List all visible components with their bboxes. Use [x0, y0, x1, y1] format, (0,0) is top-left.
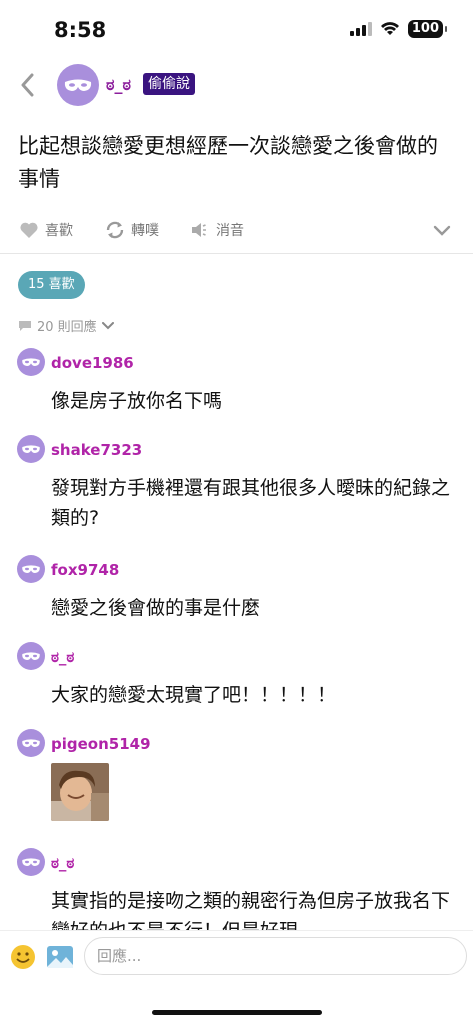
comment-image-thumbnail[interactable]: [51, 763, 109, 821]
mute-button[interactable]: 消音: [190, 220, 244, 240]
comment-author[interactable]: ಠ_ಠ: [51, 648, 74, 666]
mask-icon[interactable]: [17, 348, 45, 376]
signal-icon: [349, 22, 372, 36]
mask-icon[interactable]: [17, 729, 45, 757]
heart-icon: [20, 222, 38, 238]
comment-text: 像是房子放你名下嗎: [51, 390, 223, 412]
share-button[interactable]: 轉噗: [105, 220, 159, 240]
comment-text: 戀愛之後會做的事是什麼: [51, 597, 261, 619]
comment-author[interactable]: ಠ_ಠ: [51, 854, 74, 872]
smiley-icon[interactable]: [10, 944, 36, 970]
comment-text: 發現對方手機裡還有跟其他很多人曖昧的紀錄之類的?: [51, 477, 451, 529]
mute-label: 消音: [216, 223, 244, 239]
repeat-icon: [106, 221, 124, 239]
mask-icon[interactable]: [17, 848, 45, 876]
home-indicator: [152, 1010, 322, 1015]
comment-author[interactable]: fox9748: [51, 561, 119, 579]
comment-text: 大家的戀愛太現實了吧！！！！！: [51, 684, 337, 706]
status-time: 8:58: [54, 18, 107, 42]
speech-bubble-icon: [19, 320, 31, 331]
expand-button[interactable]: [433, 222, 451, 241]
reply-count-label: 20 則回應: [37, 320, 97, 335]
post-title: 比起想談戀愛更想經歷一次談戀愛之後會做的事情: [18, 134, 438, 191]
wifi-icon: [380, 22, 399, 35]
board-badge: 偷偷說: [143, 73, 195, 95]
mask-icon[interactable]: [17, 435, 45, 463]
action-bar: 喜歡 轉噗 消音: [0, 216, 473, 252]
mask-icon[interactable]: [17, 642, 45, 670]
divider: [0, 253, 473, 254]
mask-icon[interactable]: [17, 555, 45, 583]
status-icons: 100: [349, 20, 448, 38]
chevron-down-icon: [101, 321, 114, 329]
back-button[interactable]: [14, 70, 40, 100]
status-bar: 8:58 100: [0, 0, 473, 58]
photo-image: [51, 763, 109, 821]
reply-count-toggle[interactable]: 20 則回應: [18, 316, 114, 335]
like-label: 喜歡: [45, 223, 73, 239]
image-icon[interactable]: [46, 944, 74, 970]
speaker-icon: [192, 223, 206, 237]
comment-author[interactable]: pigeon5149: [51, 735, 151, 753]
battery-indicator: 100: [407, 20, 448, 38]
comment-author[interactable]: dove1986: [51, 354, 134, 372]
mask-icon[interactable]: [57, 64, 99, 106]
chevron-down-icon: [433, 225, 451, 236]
like-button[interactable]: 喜歡: [19, 220, 73, 240]
reply-input[interactable]: [84, 937, 467, 975]
reply-input-bar: [0, 930, 473, 986]
author-name[interactable]: ಠ_ಠ: [106, 75, 131, 95]
share-label: 轉噗: [131, 223, 159, 239]
post-header: ಠ_ಠ 偷偷說: [0, 62, 473, 108]
comment-author[interactable]: shake7323: [51, 441, 142, 459]
likes-count-badge[interactable]: 15 喜歡: [18, 271, 85, 299]
chevron-left-icon: [21, 73, 34, 97]
